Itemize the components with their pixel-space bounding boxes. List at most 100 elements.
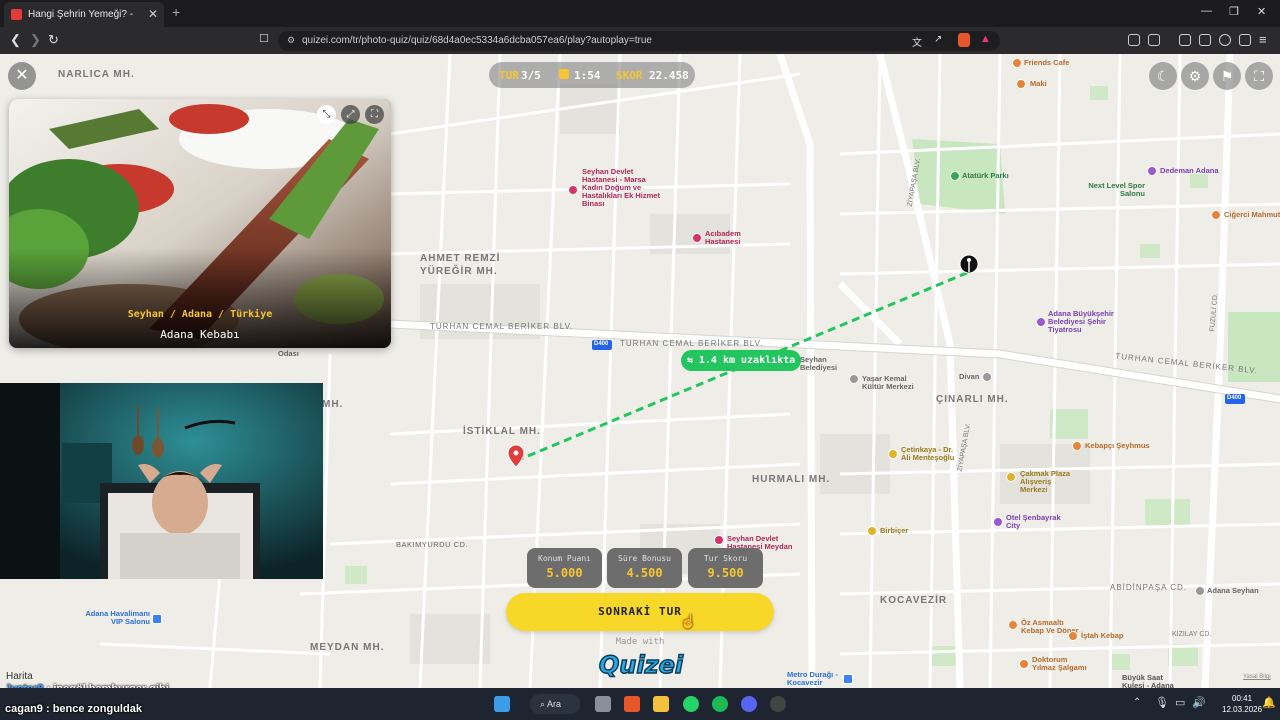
taskbar-clock[interactable]: 00:41 12.03.2026 bbox=[1222, 693, 1262, 715]
minimize-photo-icon[interactable]: ⤡ bbox=[317, 105, 336, 124]
poi-icon bbox=[1012, 58, 1022, 68]
poi-label: Otel Şenbayrak City bbox=[1006, 513, 1061, 530]
clock-time: 00:41 bbox=[1232, 694, 1253, 703]
metro-icon bbox=[843, 674, 853, 684]
hospital-icon bbox=[692, 233, 702, 243]
fullscreen-photo-icon[interactable]: ⛶ bbox=[365, 105, 384, 124]
microphone-icon[interactable]: 🎙 bbox=[1155, 696, 1169, 709]
network-icon[interactable]: ▭ bbox=[1175, 696, 1185, 709]
score-label: SKOR bbox=[616, 69, 643, 82]
sidebar-icon[interactable] bbox=[1179, 34, 1191, 46]
start-icon[interactable] bbox=[494, 696, 510, 712]
taskbar-search[interactable]: ⌕ Ara bbox=[530, 694, 580, 714]
restaurant-icon bbox=[1019, 659, 1029, 669]
poi-icon bbox=[1016, 79, 1026, 89]
brave-shield-icon[interactable] bbox=[958, 33, 970, 47]
chat-user: cagan9 bbox=[5, 703, 43, 715]
result-value: 4.500 bbox=[626, 566, 663, 580]
menu-icon[interactable]: ≡ bbox=[1259, 32, 1267, 47]
file-explorer-icon[interactable] bbox=[653, 696, 669, 712]
streamer-webcam bbox=[0, 383, 323, 579]
address-bar: ❮ ❯ ↻ ☐ ⚙ quizei.com/tr/photo-quiz/quiz/… bbox=[0, 27, 1280, 54]
time-bonus-box: Süre Bonusu 4.500 bbox=[607, 548, 682, 588]
extensions-icon[interactable] bbox=[1128, 34, 1140, 46]
shop-icon bbox=[888, 449, 898, 459]
expand-photo-icon[interactable]: ⤢ bbox=[341, 105, 360, 124]
maximize-icon[interactable]: ❐ bbox=[1229, 5, 1239, 18]
restaurant-icon bbox=[1072, 441, 1082, 451]
photo-location: Seyhan / Adana / Türkiye bbox=[127, 309, 273, 320]
district-label: MH. bbox=[322, 399, 344, 410]
bookmark-icon[interactable]: ☐ bbox=[259, 32, 269, 45]
distance-badge: ⇆ 1.4 km uzaklıkta bbox=[681, 350, 801, 371]
tab-search-icon[interactable] bbox=[1148, 34, 1160, 46]
spotify-icon[interactable] bbox=[712, 696, 728, 712]
reload-icon[interactable]: ↻ bbox=[48, 32, 59, 48]
steam-icon[interactable] bbox=[770, 696, 786, 712]
poi-label: Friends Cafe bbox=[1024, 58, 1070, 67]
tray-arrow-icon[interactable]: ⌃ bbox=[1133, 697, 1141, 708]
brave-rewards-icon[interactable]: ▲ bbox=[980, 33, 991, 45]
restaurant-icon bbox=[1068, 631, 1078, 641]
close-tab-icon[interactable]: ✕ bbox=[148, 2, 158, 27]
minimize-icon[interactable]: — bbox=[1201, 5, 1212, 17]
poi-label: Kebapçı Şeyhmus bbox=[1085, 441, 1150, 450]
quizei-logo: Quizei bbox=[598, 650, 684, 680]
result-label: Tur Skoru bbox=[703, 554, 748, 563]
share-icon[interactable]: ↗ bbox=[934, 34, 942, 45]
shop-icon bbox=[867, 526, 877, 536]
dark-mode-button[interactable]: ☾ bbox=[1149, 62, 1177, 90]
distance-text: 1.4 km uzaklıkta bbox=[698, 355, 796, 366]
discord-icon[interactable] bbox=[741, 696, 757, 712]
browser-tab[interactable]: Hangi Şehrin Yemeği? - Quizei ✕ bbox=[4, 2, 164, 45]
fullscreen-button[interactable]: ⛶ bbox=[1245, 62, 1273, 90]
back-icon[interactable]: ❮ bbox=[10, 32, 21, 48]
dish-name: Adana Kebabı bbox=[160, 328, 240, 341]
moon-icon: ☾ bbox=[1156, 68, 1170, 84]
clock-date: 12.03.2026 bbox=[1222, 705, 1263, 714]
answer-pin bbox=[959, 254, 979, 274]
close-quiz-button[interactable]: ✕ bbox=[8, 62, 36, 90]
district-label: ÇINARLI MH. bbox=[936, 394, 1009, 405]
restaurant-icon bbox=[1008, 620, 1018, 630]
chat-message: cagan9 : bence zonguldak bbox=[5, 703, 142, 715]
poi-label: Odası bbox=[278, 349, 299, 358]
distance-icon: ⇆ bbox=[686, 355, 699, 366]
next-round-button[interactable]: SONRAKİ TUR bbox=[506, 593, 774, 631]
whatsapp-icon[interactable] bbox=[683, 696, 699, 712]
new-tab-icon[interactable]: + bbox=[172, 4, 180, 20]
translate-icon[interactable]: 文 bbox=[912, 34, 922, 49]
district-label: YÜREĞİR MH. bbox=[420, 266, 498, 277]
vpn-shield-icon[interactable] bbox=[1239, 34, 1251, 46]
wallet-icon[interactable] bbox=[1199, 34, 1211, 46]
timer-value: 1:54 bbox=[574, 69, 601, 82]
site-info-icon[interactable]: ⚙ bbox=[287, 35, 295, 46]
poi-label: Atatürk Parkı bbox=[962, 171, 1009, 180]
flag-icon: ⚑ bbox=[1220, 68, 1234, 84]
mall-icon bbox=[1006, 472, 1016, 482]
legal-link[interactable]: Yasal Bilgi bbox=[1243, 673, 1271, 681]
landmark-icon bbox=[1195, 586, 1205, 596]
forward-icon[interactable]: ❯ bbox=[30, 32, 41, 48]
restaurant-icon bbox=[1211, 210, 1221, 220]
poi-label: Seyhan Belediyesi bbox=[800, 355, 838, 372]
report-button[interactable]: ⚑ bbox=[1213, 62, 1241, 90]
poi-label: Yaşar Kemal Kültür Merkezi bbox=[862, 374, 914, 391]
street-label: KIZILAY CD. bbox=[1172, 631, 1212, 638]
volume-icon[interactable]: 🔊 bbox=[1192, 696, 1206, 709]
url-field[interactable]: ⚙ quizei.com/tr/photo-quiz/quiz/68d4a0ec… bbox=[278, 31, 1000, 51]
taskbar-search-label: Ara bbox=[547, 699, 562, 709]
poi-label: Next Level Spor Salonu bbox=[1088, 181, 1145, 198]
window-close-icon[interactable]: ✕ bbox=[1257, 5, 1266, 18]
landmark-icon bbox=[982, 372, 992, 382]
brave-browser-icon[interactable] bbox=[624, 696, 640, 712]
notification-icon[interactable]: 🔔 bbox=[1262, 696, 1276, 709]
task-view-icon[interactable] bbox=[595, 696, 611, 712]
poi-label: Seyhan Devlet Hastanesi - Marsa Kadın Do… bbox=[582, 167, 660, 208]
poi-label: Divan bbox=[959, 372, 980, 381]
poi-label: Ciğerci Mahmut bbox=[1224, 210, 1280, 219]
leo-ai-icon[interactable] bbox=[1219, 34, 1231, 46]
settings-button[interactable]: ⚙ bbox=[1181, 62, 1209, 90]
district-label: KOCAVEZİR bbox=[880, 595, 948, 606]
street-label: BAKIMYURDU CD. bbox=[396, 540, 469, 549]
